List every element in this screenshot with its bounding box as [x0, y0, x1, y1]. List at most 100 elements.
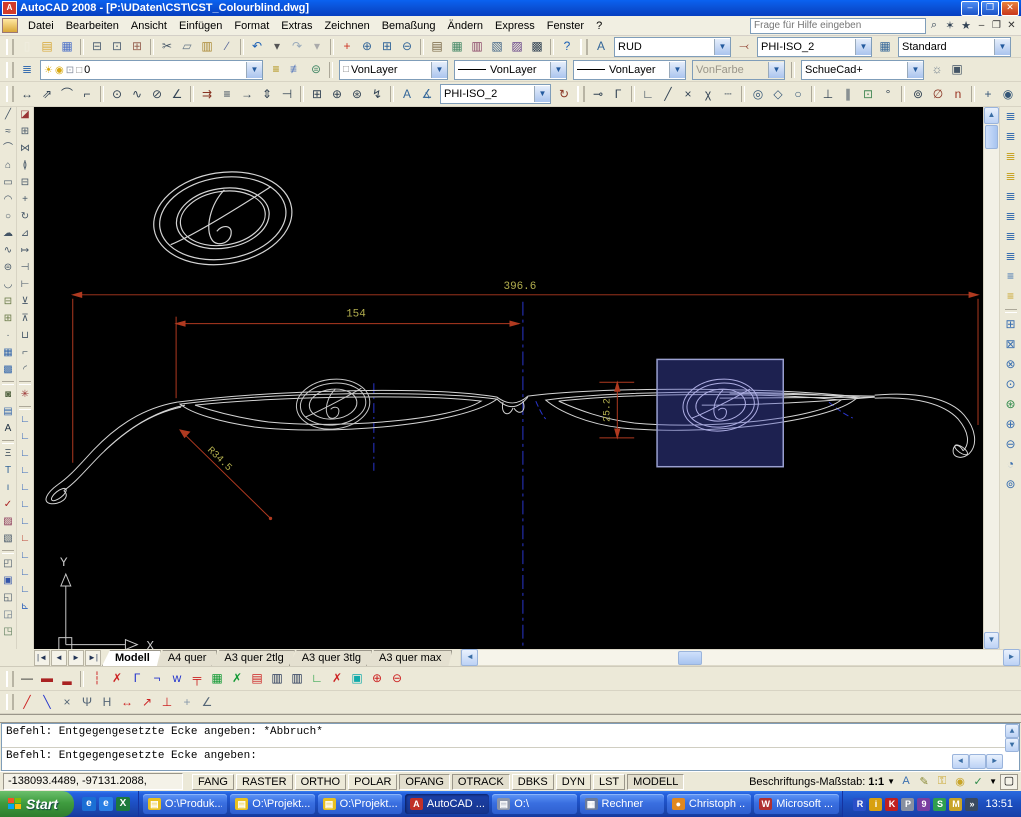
spline-icon[interactable]: ∿: [0, 243, 17, 260]
chevron-down-icon[interactable]: ▼: [714, 39, 730, 55]
ellipse-arc-icon[interactable]: ◡: [0, 277, 17, 294]
insert-block-icon[interactable]: ⊟: [0, 294, 17, 311]
table-icon[interactable]: ▤: [0, 404, 17, 421]
quick-dimension-icon[interactable]: ⇉: [197, 85, 217, 104]
center-mark-icon[interactable]: ⊕: [327, 85, 347, 104]
table-tool-red-icon[interactable]: ╤: [187, 669, 207, 688]
copy-base-icon[interactable]: ◲: [0, 607, 17, 624]
diag-tool-1-icon[interactable]: ╱: [17, 693, 37, 712]
plus-tool-icon[interactable]: +: [177, 693, 197, 712]
chevron-down-icon[interactable]: ▼: [994, 39, 1010, 55]
dim-diameter-icon[interactable]: ⊘: [147, 85, 167, 104]
join-icon[interactable]: ⊔: [17, 328, 34, 345]
boundary-icon[interactable]: ▧: [0, 531, 17, 548]
dim-style-icon[interactable]: ⤙: [734, 37, 754, 56]
clean-screen-button[interactable]: ▢: [1000, 774, 1018, 790]
copy-clip-icon[interactable]: ◰: [0, 556, 17, 573]
help-icon[interactable]: ?: [557, 37, 577, 56]
dim-radius-icon[interactable]: ⊙: [107, 85, 127, 104]
toolbar-lock-icon[interactable]: ▣: [947, 60, 967, 79]
redo-icon[interactable]: ↷: [287, 37, 307, 56]
chevron-down-icon[interactable]: ▼: [669, 62, 685, 78]
dim-continue-icon[interactable]: →: [237, 85, 257, 104]
scrollbar-thumb[interactable]: [969, 754, 986, 769]
ucs-apply-icon[interactable]: ∟: [17, 582, 34, 599]
layer-combo[interactable]: ☀◉⊡□ 0▼: [40, 60, 263, 80]
annotation-scale-dropdown-icon[interactable]: ▼: [887, 777, 895, 786]
layer-merge-icon[interactable]: ≡: [1000, 267, 1021, 287]
trusted-autocad-icon[interactable]: ✓: [970, 775, 986, 788]
ucs-y-icon[interactable]: ∟: [17, 548, 34, 565]
toggle-ortho[interactable]: ORTHO: [295, 774, 347, 790]
paste-icon[interactable]: ▥: [197, 37, 217, 56]
chevron-down-icon[interactable]: ▼: [855, 39, 871, 55]
fillet-icon[interactable]: ◜: [17, 362, 34, 379]
layout-tab-a3-quer-3tlg[interactable]: A3 quer 3tlg: [289, 650, 372, 666]
mirror-icon[interactable]: ⋈: [17, 141, 34, 158]
erase-icon[interactable]: ◪: [17, 107, 34, 124]
layout-tab-a3-quer-max[interactable]: A3 quer max: [366, 650, 452, 666]
explode-icon[interactable]: ✳: [17, 387, 34, 404]
chevron-down-icon[interactable]: ▼: [907, 62, 923, 78]
ucs-x-icon[interactable]: ∟: [17, 531, 34, 548]
layer-delete-icon[interactable]: ≡: [1000, 287, 1021, 307]
layer-lock-icon[interactable]: ≣: [1000, 227, 1021, 247]
menu-format[interactable]: Format: [228, 18, 275, 34]
zoom-window-icon[interactable]: ⊞: [377, 37, 397, 56]
taskbar-button[interactable]: WMicrosoft ...: [754, 794, 838, 814]
paste-orig-icon[interactable]: ◱: [0, 590, 17, 607]
m-tool-1-icon[interactable]: ▥: [267, 669, 287, 688]
pan-icon[interactable]: +: [337, 37, 357, 56]
corner-tool-1-icon[interactable]: Γ: [127, 669, 147, 688]
menu-bearbeiten[interactable]: Bearbeiten: [60, 18, 125, 34]
markup-set-manager-icon[interactable]: ▨: [507, 37, 527, 56]
taskbar-button[interactable]: ▦Rechner: [580, 794, 664, 814]
paste-block-icon[interactable]: ▣: [0, 573, 17, 590]
command-horizontal-scrollbar[interactable]: ◄ ►: [952, 754, 1003, 769]
osnap-settings-icon[interactable]: n: [948, 85, 968, 104]
zoom-center-icon[interactable]: ⊙: [1000, 375, 1021, 395]
gradient-icon[interactable]: ▩: [0, 362, 17, 379]
snap-from-icon[interactable]: Γ: [608, 85, 628, 104]
excel-icon[interactable]: X: [116, 797, 130, 811]
tolerance-icon[interactable]: ⊞: [307, 85, 327, 104]
toolbar-grip[interactable]: [6, 86, 14, 102]
bars-tool-red-icon[interactable]: ▤: [247, 669, 267, 688]
ellipse-icon[interactable]: ⊜: [0, 260, 17, 277]
copy-icon[interactable]: ▱: [177, 37, 197, 56]
lineweight-combo[interactable]: VonLayer▼: [573, 60, 686, 80]
snap-none-icon[interactable]: ∅: [928, 85, 948, 104]
zoom-out-icon[interactable]: ⊖: [1000, 435, 1021, 455]
command-window-splitter[interactable]: [0, 714, 1021, 723]
snap-tangent-icon[interactable]: ○: [788, 85, 808, 104]
snap-endpoint-icon[interactable]: ∟: [638, 85, 658, 104]
scroll-left-icon[interactable]: ◄: [461, 649, 478, 666]
linetype-combo[interactable]: VonLayer▼: [454, 60, 567, 80]
coordinate-readout[interactable]: -138093.4489, -97131.2088, 0.0000: [3, 773, 183, 790]
ucs-object-icon[interactable]: ∟: [17, 463, 34, 480]
taskbar-clock[interactable]: 13:51: [985, 798, 1013, 810]
menu-ansicht[interactable]: Ansicht: [125, 18, 173, 34]
dim-jogged-linear-icon[interactable]: ↯: [367, 85, 387, 104]
table-style-combo[interactable]: Standard▼: [898, 37, 1011, 57]
taskbar-button[interactable]: ▤O:\Produk...: [143, 794, 227, 814]
layer-isolate-icon[interactable]: ≣: [1000, 107, 1021, 127]
extend-icon[interactable]: ⊢: [17, 277, 34, 294]
plot-preview-icon[interactable]: ⊡: [107, 37, 127, 56]
chamfer-icon[interactable]: ⌐: [17, 345, 34, 362]
arc-icon[interactable]: ◠: [0, 192, 17, 209]
point-filter-x-icon[interactable]: +: [978, 85, 998, 104]
document-icon[interactable]: [2, 18, 18, 33]
canvas-vertical-scrollbar[interactable]: ▲ ▼: [983, 107, 999, 649]
array-icon[interactable]: ⊟: [17, 175, 34, 192]
lineweight-medium-icon[interactable]: ▬: [37, 669, 57, 688]
revcloud-icon[interactable]: ☁: [0, 226, 17, 243]
scroll-up-icon[interactable]: ▲: [1005, 724, 1019, 738]
stretch-icon[interactable]: ↦: [17, 243, 34, 260]
dim-style-combo-top[interactable]: PHI-ISO_2▼: [757, 37, 872, 57]
match-properties-icon[interactable]: ∕: [217, 37, 237, 56]
scroll-up-icon[interactable]: ▲: [984, 107, 999, 124]
spell-check-icon[interactable]: ✓: [0, 497, 17, 514]
properties-icon[interactable]: ▤: [427, 37, 447, 56]
color-combo[interactable]: □ VonLayer▼: [339, 60, 448, 80]
